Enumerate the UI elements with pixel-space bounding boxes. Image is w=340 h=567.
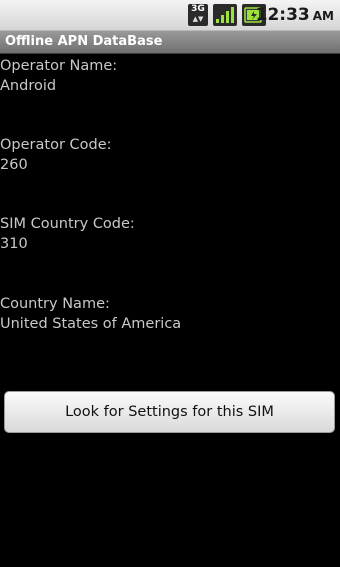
country-name-value: United States of America — [0, 316, 182, 332]
operator-name-label: Operator Name: — [0, 58, 118, 74]
clock-time: 12:33 — [255, 5, 310, 25]
app-title: Offline APN DataBase — [5, 34, 163, 49]
data-activity-arrows: ▲▼ — [192, 15, 204, 23]
network-3g-icon: 3G ▲▼ — [188, 4, 208, 26]
look-for-settings-button[interactable]: Look for Settings for this SIM — [4, 391, 335, 433]
sim-country-code-value: 310 — [0, 236, 28, 252]
operator-code-value: 260 — [0, 157, 28, 173]
country-name-label: Country Name: — [0, 296, 110, 312]
status-clock: 12:33 AM — [256, 3, 334, 27]
network-type-label: 3G — [191, 4, 205, 14]
operator-code-label: Operator Code: — [0, 137, 112, 153]
clock-ampm: AM — [312, 9, 334, 23]
signal-strength-icon — [213, 4, 237, 26]
operator-name-value: Android — [0, 78, 57, 94]
sim-country-code-label: SIM Country Code: — [0, 216, 135, 232]
app-title-bar: Offline APN DataBase — [0, 31, 340, 54]
status-bar: 3G ▲▼ 12:33 AM — [0, 0, 340, 31]
